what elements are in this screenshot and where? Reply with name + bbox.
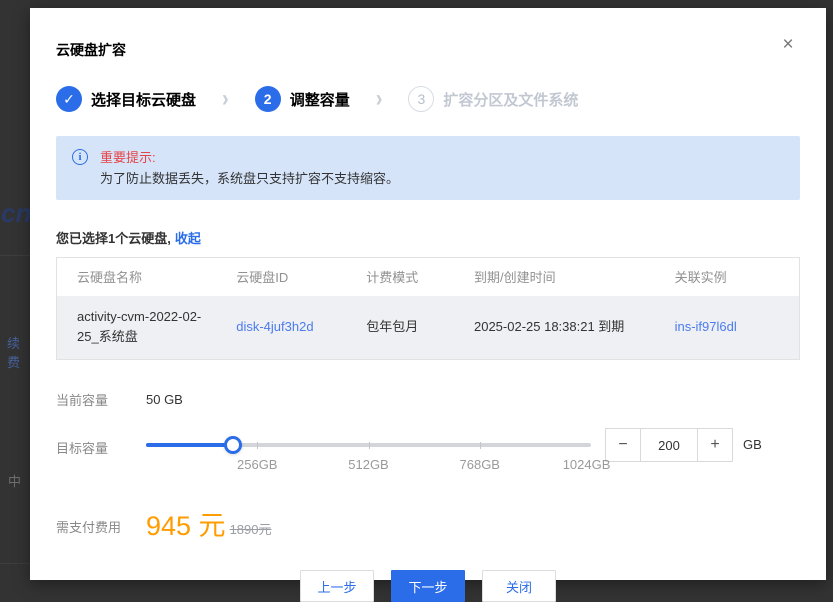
slider-tick-label: 1024GB <box>563 457 611 472</box>
cell-disk-id: disk-4juf3h2d <box>216 296 346 360</box>
fee-row: 需支付费用 945 元 1890元 <box>56 513 800 540</box>
step-check-icon: ✓ <box>56 86 82 112</box>
step-label: 扩容分区及文件系统 <box>443 89 578 110</box>
fee-amount: 945 元 <box>146 513 226 540</box>
background-renew-link: 续费 <box>7 333 30 371</box>
target-capacity-row: 目标容量 256GB 512GB 768GB 1024GB − + GB <box>56 435 800 479</box>
fee-label: 需支付费用 <box>56 517 146 536</box>
col-header-instance: 关联实例 <box>655 258 800 296</box>
capacity-unit-label: GB <box>743 437 762 452</box>
chevron-right-icon: › <box>222 87 229 111</box>
current-capacity-label: 当前容量 <box>56 390 146 409</box>
step-select-disk: ✓ 选择目标云硬盘 <box>56 86 196 112</box>
step-number: 2 <box>255 86 281 112</box>
chevron-right-icon: › <box>376 87 383 111</box>
stepper-plus-button[interactable]: + <box>697 429 732 461</box>
cell-billing-mode: 包年包月 <box>346 296 454 360</box>
background-watermark: cn <box>1 198 30 229</box>
slider-tick-label: 256GB <box>237 457 277 472</box>
next-step-button[interactable]: 下一步 <box>391 570 465 602</box>
step-expand-partition: 3 扩容分区及文件系统 <box>408 86 578 112</box>
close-button[interactable]: 关闭 <box>482 570 556 602</box>
step-label: 调整容量 <box>290 89 350 110</box>
info-icon: i <box>72 149 88 165</box>
slider-handle[interactable] <box>224 436 242 454</box>
dialog-footer: 上一步 下一步 关闭 <box>56 570 800 602</box>
disk-id-link[interactable]: disk-4juf3h2d <box>236 319 313 334</box>
close-icon[interactable]: × <box>778 36 798 56</box>
collapse-link[interactable]: 收起 <box>175 231 201 246</box>
slider-tickmark <box>480 442 481 449</box>
selection-text: 您已选择1个云硬盘, <box>56 231 171 246</box>
background-divider <box>0 563 30 564</box>
col-header-disk-name: 云硬盘名称 <box>57 258 217 296</box>
dialog-title: 云硬盘扩容 <box>56 40 800 60</box>
stepper-minus-button[interactable]: − <box>606 429 641 461</box>
col-header-disk-id: 云硬盘ID <box>216 258 346 296</box>
instance-link[interactable]: ins-if97l6dl <box>675 319 737 334</box>
current-capacity-row: 当前容量 50 GB <box>56 390 800 409</box>
disk-expand-dialog: 云硬盘扩容 × ✓ 选择目标云硬盘 › 2 调整容量 › 3 扩容分区及文件系统… <box>30 8 826 580</box>
slider-tick-label: 512GB <box>348 457 388 472</box>
current-capacity-value: 50 GB <box>146 392 183 407</box>
slider-tick-label: 768GB <box>460 457 500 472</box>
step-label: 选择目标云硬盘 <box>91 89 196 110</box>
important-notice-alert: i 重要提示: 为了防止数据丢失，系统盘只支持扩容不支持缩容。 <box>56 136 800 200</box>
table-row: activity-cvm-2022-02-25_系统盘 disk-4juf3h2… <box>57 296 800 360</box>
col-header-expire-time: 到期/创建时间 <box>454 258 655 296</box>
fee-original-price: 1890元 <box>230 519 272 538</box>
prev-step-button[interactable]: 上一步 <box>300 570 374 602</box>
capacity-input[interactable] <box>641 429 697 461</box>
step-adjust-capacity: 2 调整容量 <box>255 86 350 112</box>
slider-tickmark <box>369 442 370 449</box>
selected-disk-table: 云硬盘名称 云硬盘ID 计费模式 到期/创建时间 关联实例 activity-c… <box>56 257 800 360</box>
cell-instance: ins-if97l6dl <box>655 296 800 360</box>
capacity-stepper: − + <box>605 428 733 462</box>
table-header-row: 云硬盘名称 云硬盘ID 计费模式 到期/创建时间 关联实例 <box>57 258 800 296</box>
wizard-steps: ✓ 选择目标云硬盘 › 2 调整容量 › 3 扩容分区及文件系统 <box>56 86 800 112</box>
slider-fill <box>146 443 233 447</box>
alert-message: 为了防止数据丢失，系统盘只支持扩容不支持缩容。 <box>100 169 399 188</box>
slider-tickmark <box>257 442 258 449</box>
col-header-billing-mode: 计费模式 <box>346 258 454 296</box>
background-divider <box>0 255 30 256</box>
cell-expire-time: 2025-02-25 18:38:21 到期 <box>454 296 655 360</box>
step-number: 3 <box>408 86 434 112</box>
alert-title: 重要提示: <box>100 148 399 167</box>
target-capacity-label: 目标容量 <box>56 438 146 457</box>
cell-disk-name: activity-cvm-2022-02-25_系统盘 <box>57 296 217 360</box>
capacity-slider[interactable]: 256GB 512GB 768GB 1024GB <box>146 435 591 479</box>
selection-summary: 您已选择1个云硬盘, 收起 <box>56 228 800 247</box>
background-page-strip: cn 续费 中 <box>0 0 30 596</box>
background-partial-text: 中 <box>8 471 21 490</box>
